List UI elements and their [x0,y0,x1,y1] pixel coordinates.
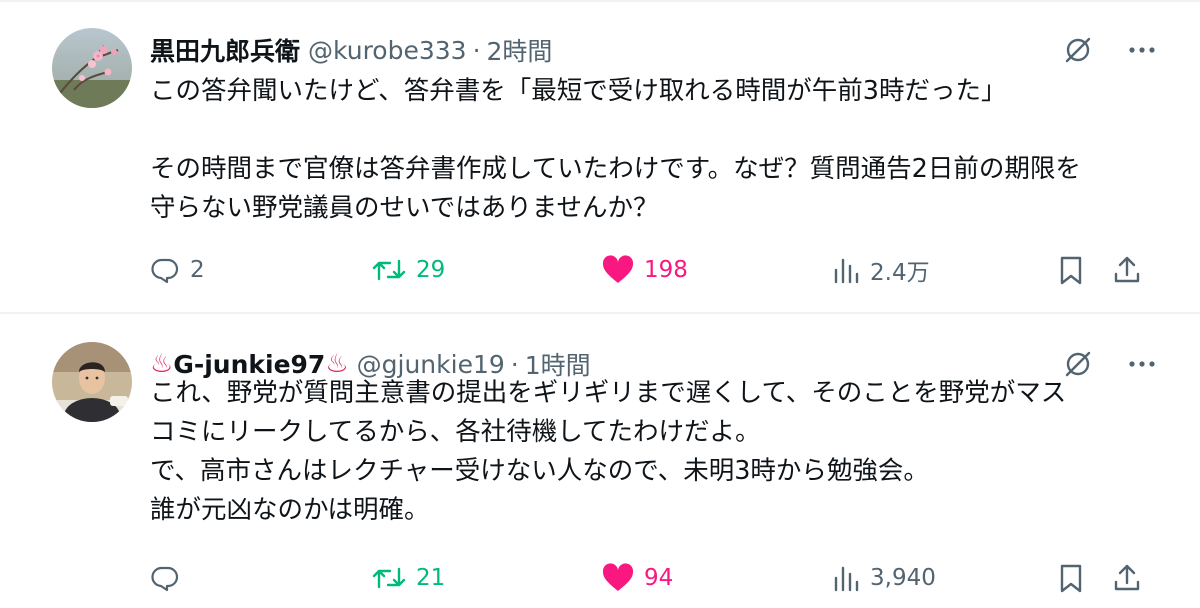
reply-icon [151,258,179,284]
share-button[interactable] [1112,560,1142,596]
bookmark-icon [1060,564,1082,593]
like-count: 198 [644,257,688,283]
bookmark-button[interactable] [1058,252,1084,288]
plum-blossom-photo-icon [52,28,132,108]
post-body: この答弁聞いたけど、答弁書を「最短で受け取れる時間が午前3時だった」 その時間ま… [150,72,1160,228]
reply-icon [151,566,179,592]
post-body-line: で、高市さんはレクチャー受けない人なので、未明3時から勉強会。 [150,456,929,486]
post-gjunkie19[interactable]: ♨ G-junkie97 ♨ @gjunkie19 · 1時間 これ、野党が質問… [0,314,1200,608]
author-handle[interactable]: @kurobe333 [308,36,467,65]
heart-icon [602,255,634,283]
timeline-feed: 黒田九郎兵衛 @kurobe333 · 2時間 この答弁聞いたけど、答弁書を「最… [0,0,1200,608]
author-name[interactable]: 黒田九郎兵衛 [150,32,300,68]
post-body: これ、野党が質問主意書の提出をギリギリまで遅くして、そのことを野党がマス コミに… [150,374,1160,530]
views-chart-icon [834,258,859,284]
separator-dot: · [472,35,481,65]
post-action-bar: 2 29 198 2.4万 [150,252,1150,288]
repost-button[interactable]: 21 [372,560,445,596]
post-kurobe333[interactable]: 黒田九郎兵衛 @kurobe333 · 2時間 この答弁聞いたけど、答弁書を「最… [0,0,1200,312]
avatar[interactable] [52,342,132,422]
views-count: 2.4万 [870,260,930,286]
reply-count: 2 [190,257,205,283]
reply-button[interactable] [150,560,190,596]
heart-icon [602,563,634,591]
more-options-icon[interactable] [1128,46,1156,54]
man-portrait-photo-icon [52,342,132,422]
grok-icon[interactable] [1062,34,1094,66]
post-top-actions [1062,30,1156,70]
share-icon [1114,256,1140,283]
like-button[interactable]: 198 [602,252,688,288]
post-body-line: コミにリークしてるから、各社待機してたわけだよ。 [150,417,761,447]
repost-icon [372,259,406,281]
post-body-line: この答弁聞いたけど、答弁書を「最短で受け取れる時間が午前3時だった」 [150,76,1007,106]
like-count: 94 [644,565,674,591]
views-chart-icon [834,566,859,592]
repost-icon [372,567,406,589]
bookmark-icon [1060,256,1082,285]
post-body-blank [150,111,1160,150]
post-action-bar: 21 94 3,940 [150,560,1150,596]
post-body-line: その時間まで官僚は答弁書作成していたわけです。なぜ？質問通告2日前の期限を [150,154,1081,184]
reply-button[interactable]: 2 [150,252,205,288]
avatar[interactable] [52,28,132,108]
views-button[interactable]: 3,940 [832,560,936,596]
share-button[interactable] [1112,252,1142,288]
bookmark-button[interactable] [1058,560,1084,596]
share-icon [1114,564,1140,591]
post-body-line: 誰が元凶なのかは明確。 [150,495,430,525]
post-header: 黒田九郎兵衛 @kurobe333 · 2時間 [150,30,552,70]
repost-count: 29 [416,257,446,283]
repost-button[interactable]: 29 [372,252,445,288]
post-body-line: 守らない野党議員のせいではありませんか？ [150,193,659,223]
more-options-icon[interactable] [1128,360,1156,368]
views-count: 3,940 [870,565,936,591]
like-button[interactable]: 94 [602,560,673,596]
post-time[interactable]: 2時間 [487,32,553,68]
views-button[interactable]: 2.4万 [832,252,930,288]
post-body-line: これ、野党が質問主意書の提出をギリギリまで遅くして、そのことを野党がマス [150,378,1067,408]
repost-count: 21 [416,565,446,591]
